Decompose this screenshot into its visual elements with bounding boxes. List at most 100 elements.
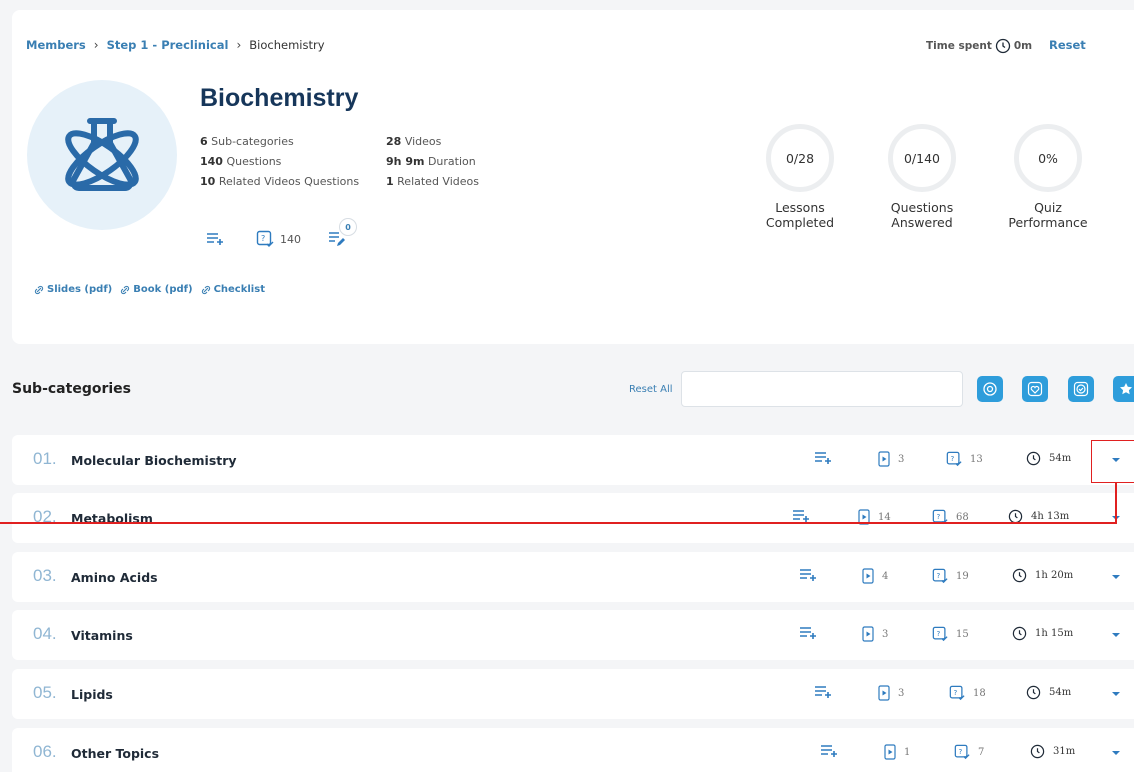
star-icon xyxy=(1120,383,1132,395)
notes-badge: 0 xyxy=(339,218,357,236)
video-icon xyxy=(862,568,874,584)
link-icon xyxy=(34,285,44,294)
subcategory-row[interactable]: 04. Vitamins 3 ? 15 1h 15m xyxy=(12,610,1134,660)
chevron-down-icon xyxy=(1112,692,1120,696)
time-spent-value: 0m xyxy=(1013,40,1033,52)
playlist-add-icon xyxy=(800,569,816,581)
questions-button[interactable]: ? 140 xyxy=(256,230,301,248)
book-link[interactable]: Book (pdf) xyxy=(120,284,193,295)
row-name: Metabolism xyxy=(71,511,153,526)
row-questions: ? 13 xyxy=(946,451,983,467)
breadcrumb-step1[interactable]: Step 1 - Preclinical xyxy=(107,38,229,52)
clock-icon xyxy=(1026,451,1041,466)
checklist-link[interactable]: Checklist xyxy=(201,284,265,295)
playlist-add-icon xyxy=(207,233,223,245)
progress-quiz: 0% Quiz Performance xyxy=(1008,124,1088,230)
add-to-playlist-button[interactable] xyxy=(814,451,832,465)
question-check-icon: ? xyxy=(954,744,970,760)
course-tools: ? 140 0 xyxy=(206,218,357,248)
subcategory-row[interactable]: 01. Molecular Biochemistry 3 ? 13 54m xyxy=(12,435,1134,485)
add-to-playlist-button[interactable] xyxy=(820,744,838,758)
video-icon xyxy=(862,626,874,642)
eye-icon xyxy=(983,382,997,396)
add-to-playlist-button[interactable] xyxy=(799,568,817,582)
row-number: 05. xyxy=(33,683,57,702)
row-duration: 54m xyxy=(1026,451,1071,466)
page-title: Biochemistry xyxy=(200,84,359,112)
row-videos: 3 xyxy=(862,626,888,642)
expand-button[interactable] xyxy=(1110,685,1122,704)
flask-atom-icon xyxy=(65,118,139,191)
clock-icon xyxy=(995,38,1011,54)
add-to-playlist-button[interactable] xyxy=(814,685,832,699)
add-to-playlist-button[interactable] xyxy=(792,509,810,523)
row-questions: ? 7 xyxy=(954,744,984,760)
progress-ring: 0/140 xyxy=(888,124,956,192)
row-duration: 54m xyxy=(1026,685,1071,700)
search-input[interactable] xyxy=(681,371,963,407)
notes-button[interactable]: 0 xyxy=(327,218,357,248)
row-number: 01. xyxy=(33,449,57,468)
link-icon xyxy=(121,285,130,294)
progress-ring: 0/28 xyxy=(766,124,834,192)
video-icon xyxy=(878,451,890,467)
stat-subcategories: 6 Sub-categories xyxy=(200,135,294,148)
time-spent: Time spent 0m xyxy=(926,38,1032,54)
row-videos: 3 xyxy=(878,685,904,701)
filter-viewed-button[interactable] xyxy=(977,376,1003,402)
chevron-down-icon xyxy=(1112,575,1120,579)
question-check-icon: ? xyxy=(932,568,948,584)
row-name: Amino Acids xyxy=(71,570,158,585)
add-to-playlist-button[interactable] xyxy=(799,626,817,640)
clock-icon xyxy=(1012,568,1027,583)
check-circle-icon xyxy=(1073,381,1089,397)
row-name: Lipids xyxy=(71,687,113,702)
row-name: Molecular Biochemistry xyxy=(71,453,237,468)
svg-text:?: ? xyxy=(958,747,962,756)
reset-all-button[interactable]: Reset All xyxy=(629,384,673,395)
row-videos: 4 xyxy=(862,568,888,584)
svg-text:?: ? xyxy=(936,571,940,580)
link-icon xyxy=(201,285,210,294)
svg-text:?: ? xyxy=(936,629,940,638)
row-questions: ? 15 xyxy=(932,626,969,642)
annotation-connector xyxy=(0,522,1117,524)
row-number: 02. xyxy=(33,507,57,526)
expand-button[interactable] xyxy=(1110,744,1122,763)
progress-questions: 0/140 Questions Answered xyxy=(882,124,962,230)
svg-text:?: ? xyxy=(261,234,265,243)
stat-duration: 9h 9m Duration xyxy=(386,155,476,168)
filter-favorites-button[interactable] xyxy=(1022,376,1048,402)
expand-button[interactable] xyxy=(1110,568,1122,587)
breadcrumb-members[interactable]: Members xyxy=(26,38,86,52)
clock-icon xyxy=(1026,685,1041,700)
filter-completed-button[interactable] xyxy=(1068,376,1094,402)
breadcrumb-current: Biochemistry xyxy=(249,38,325,52)
breadcrumb-separator: › xyxy=(236,38,242,52)
slides-link[interactable]: Slides (pdf) xyxy=(34,284,112,295)
subcategory-row[interactable]: 03. Amino Acids 4 ? 19 1h 20m xyxy=(12,552,1134,602)
svg-text:?: ? xyxy=(936,512,940,521)
expand-button[interactable] xyxy=(1110,626,1122,645)
subcategory-row[interactable]: 06. Other Topics 1 ? 7 31m xyxy=(12,728,1134,772)
annotation-connector xyxy=(1115,483,1117,523)
question-check-icon: ? xyxy=(256,230,274,247)
row-duration: 1h 15m xyxy=(1012,626,1073,641)
row-number: 06. xyxy=(33,742,57,761)
breadcrumb-separator: › xyxy=(93,38,99,52)
course-stats: 6 Sub-categories 28 Videos 140 Questions… xyxy=(200,135,526,188)
stat-related-questions: 10 Related Videos Questions xyxy=(200,175,360,188)
playlist-add-icon xyxy=(815,452,831,464)
add-to-playlist-button[interactable] xyxy=(206,232,224,246)
question-check-icon: ? xyxy=(946,451,962,467)
subcategory-row[interactable]: 05. Lipids 3 ? 18 54m xyxy=(12,669,1134,719)
reset-button[interactable]: Reset xyxy=(1049,38,1086,52)
chevron-down-icon xyxy=(1112,751,1120,755)
subcategory-row[interactable]: 02. Metabolism 14 ? 68 4h 13m xyxy=(12,493,1134,543)
subcategories-title: Sub-categories xyxy=(12,381,131,397)
row-number: 03. xyxy=(33,566,57,585)
annotation-highlight-box xyxy=(1091,440,1134,483)
playlist-add-icon xyxy=(815,686,831,698)
filter-starred-button[interactable] xyxy=(1113,376,1134,402)
resource-links: Slides (pdf) Book (pdf) Checklist xyxy=(34,284,265,295)
